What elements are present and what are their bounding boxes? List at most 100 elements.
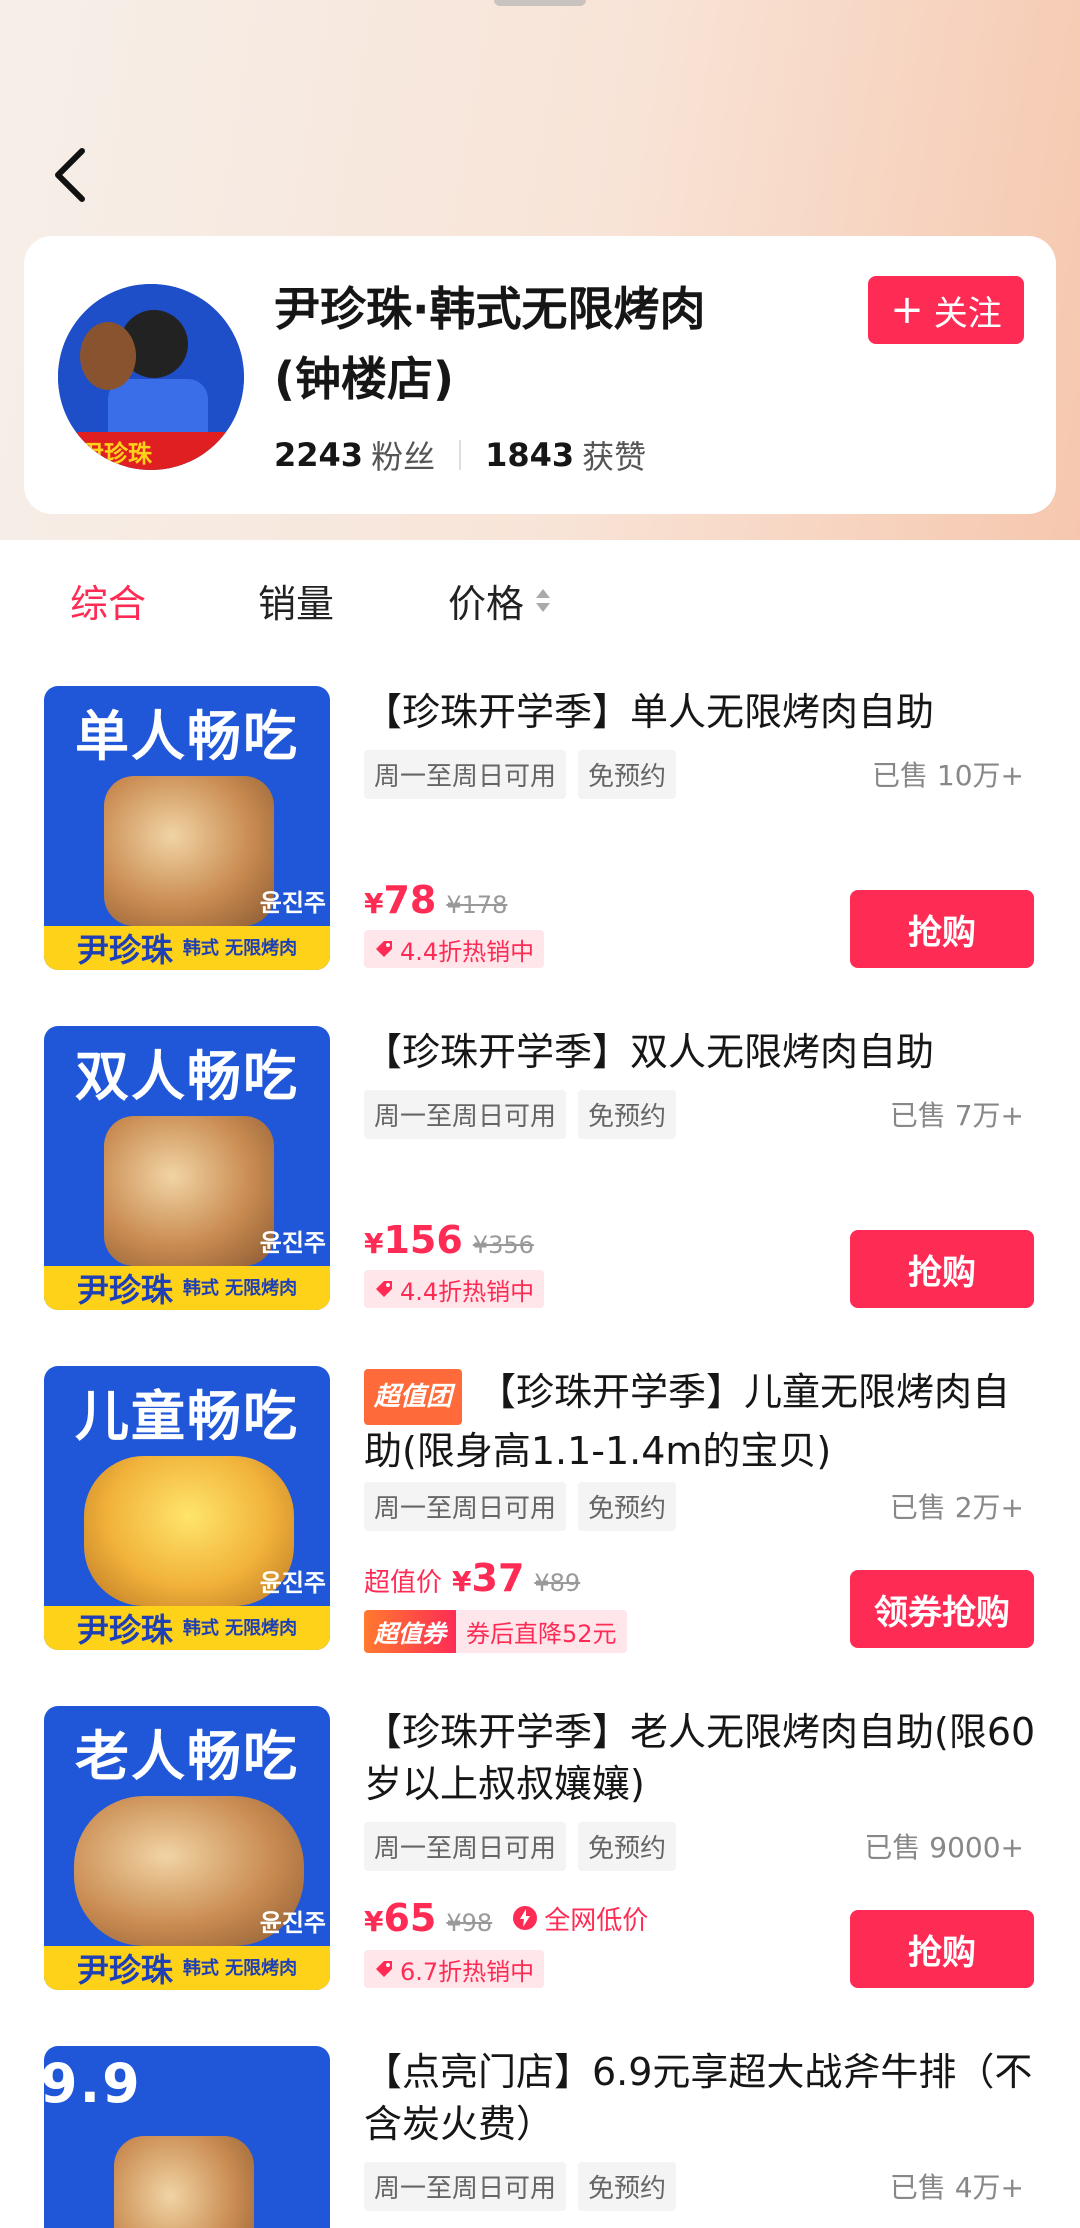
- coupon-label: 超值券: [364, 1610, 456, 1653]
- price: ¥65: [364, 1896, 436, 1940]
- likes-count: 1843: [485, 436, 575, 474]
- sold-count: 已售 4万+: [889, 2171, 1024, 2204]
- price-value: 78: [383, 878, 437, 922]
- thumb-korean-text: 윤진주: [259, 1909, 326, 1937]
- product-card[interactable]: 双人畅吃 윤진주 尹珍珠 韩式 无限烤肉 【珍珠开学季】双人无限烤肉自助 周一至…: [0, 1026, 1080, 1366]
- price-row: ¥156 ¥356: [364, 1218, 534, 1262]
- thumb-brand: 尹珍珠: [76, 1611, 173, 1649]
- original-price: ¥356: [472, 1231, 534, 1259]
- buy-button-label: 领券抢购: [874, 1592, 1010, 1633]
- product-title: 【珍珠开学季】老人无限烤肉自助(限60岁以上叔叔孃孃): [364, 1710, 1036, 1806]
- product-title: 【珍珠开学季】双人无限烤肉自助: [364, 1030, 935, 1074]
- sort-tab-sales[interactable]: 销量: [258, 573, 334, 628]
- tag: 周一至周日可用: [364, 1482, 567, 1531]
- thumb-title: 儿童畅吃: [75, 1385, 299, 1448]
- buy-button-label: 抢购: [908, 1252, 976, 1293]
- price-value: 65: [383, 1896, 437, 1940]
- shop-card: 尹珍珠 尹珍珠·韩式无限烤肉 (钟楼店) + 关注 2243 粉丝 1843 获…: [24, 236, 1056, 514]
- fans-label: 粉丝: [371, 438, 436, 476]
- product-title: 超值团 【珍珠开学季】儿童无限烤肉自助(限身高1.1-1.4m的宝贝): [364, 1366, 1044, 1477]
- original-price: ¥98: [446, 1909, 493, 1937]
- product-card[interactable]: 9.9 【点亮门店】6.9元享超大战斧牛排（不含炭火费） 周一至周日可用 免预约…: [0, 2046, 1080, 2228]
- sort-tab-comprehensive[interactable]: 综合: [70, 573, 146, 628]
- thumb-food-image: [114, 2136, 254, 2228]
- thumb-brand: 尹珍珠: [76, 1271, 173, 1309]
- tag: 周一至周日可用: [364, 1090, 567, 1139]
- thumb-korean-text: 윤진주: [259, 1229, 326, 1257]
- follow-button[interactable]: + 关注: [868, 276, 1024, 344]
- product-card[interactable]: 老人畅吃 윤진주 尹珍珠 韩式 无限烤肉 【珍珠开学季】老人无限烤肉自助(限60…: [0, 1706, 1080, 2046]
- product-card[interactable]: 单人畅吃 윤진주 尹珍珠 韩式 无限烤肉 【珍珠开学季】单人无限烤肉自助 周一至…: [0, 686, 1080, 1026]
- thumb-korean-text: 윤진주: [259, 889, 326, 917]
- thumb-korean-text: 윤진주: [259, 1569, 326, 1597]
- buy-button[interactable]: 抢购: [850, 1910, 1034, 1988]
- discount-text: 4.4折热销中: [400, 1277, 535, 1306]
- sort-tab-label: 价格: [448, 581, 525, 626]
- price-row: ¥65 ¥98 全网低价: [364, 1896, 648, 1940]
- thumb-food-image: [104, 776, 274, 926]
- chevron-left-icon: [55, 148, 85, 202]
- sheet-grabber[interactable]: [494, 0, 586, 6]
- tag: 免预约: [578, 750, 677, 799]
- follow-label: 关注: [933, 293, 1002, 334]
- currency-symbol: ¥: [364, 887, 384, 920]
- product-tags: 周一至周日可用 免预约: [364, 1090, 677, 1139]
- tag: 周一至周日可用: [364, 750, 567, 799]
- discount-badge: 4.4折热销中: [364, 1270, 545, 1308]
- product-thumbnail: 老人畅吃 윤진주 尹珍珠 韩式 无限烤肉: [44, 1706, 330, 1990]
- buy-button[interactable]: 抢购: [850, 1230, 1034, 1308]
- product-title: 【珍珠开学季】单人无限烤肉自助: [364, 690, 935, 734]
- lowest-price-text: 全网低价: [544, 1905, 649, 1936]
- likes-label: 获赞: [582, 438, 647, 476]
- product-card[interactable]: 儿童畅吃 윤진주 尹珍珠 韩式 无限烤肉 超值团 【珍珠开学季】儿童无限烤肉自助(…: [0, 1366, 1080, 1706]
- thumb-title: 老人畅吃: [75, 1725, 299, 1788]
- sort-tab-label: 综合: [70, 581, 147, 626]
- product-thumbnail: 单人畅吃 윤진주 尹珍珠 韩式 无限烤肉: [44, 686, 330, 970]
- coupon-text: 券后直降52元: [456, 1610, 627, 1653]
- original-price: ¥178: [446, 891, 508, 919]
- sort-arrows-icon: [536, 588, 551, 612]
- thumb-title: 9.9: [44, 2052, 142, 2115]
- tag: 周一至周日可用: [364, 1822, 567, 1871]
- price-value: 156: [383, 1218, 463, 1262]
- currency-symbol: ¥: [364, 1905, 384, 1938]
- product-thumbnail: 双人畅吃 윤진주 尹珍珠 韩式 无限烤肉: [44, 1026, 330, 1310]
- sold-count: 已售 7万+: [889, 1099, 1024, 1132]
- stats-divider: [459, 440, 462, 470]
- discount-text: 6.7折热销中: [400, 1957, 535, 1986]
- plus-icon: +: [890, 287, 924, 333]
- product-tags: 周一至周日可用 免预约: [364, 1822, 677, 1871]
- deal-price-label: 超值价: [364, 1568, 443, 1598]
- thumb-brand: 尹珍珠: [76, 931, 173, 969]
- super-deal-badge: 超值团: [364, 1369, 463, 1425]
- sold-count: 已售 9000+: [864, 1831, 1024, 1864]
- currency-symbol: ¥: [364, 1227, 384, 1260]
- thumb-brand-ribbon: 尹珍珠 韩式 无限烤肉: [44, 1266, 330, 1310]
- buy-button[interactable]: 抢购: [850, 890, 1034, 968]
- thumb-brand-ribbon: 尹珍珠 韩式 无限烤肉: [44, 1946, 330, 1990]
- shop-stats: 2243 粉丝 1843 获赞: [274, 432, 646, 478]
- tag: 免预约: [578, 2162, 677, 2211]
- lowest-price-badge: 全网低价: [512, 1900, 648, 1937]
- price: ¥156: [364, 1218, 463, 1262]
- avatar-brand-text: 尹珍珠: [80, 440, 152, 468]
- tag: 免预约: [578, 1822, 677, 1871]
- coupon-buy-button[interactable]: 领券抢购: [850, 1570, 1034, 1648]
- thumb-food-image: [104, 1116, 274, 1266]
- shop-avatar[interactable]: 尹珍珠: [58, 284, 244, 470]
- back-button[interactable]: [44, 140, 94, 210]
- thumb-title: 双人畅吃: [75, 1045, 299, 1108]
- shop-name-line2: (钟楼店): [274, 352, 455, 406]
- lightning-icon: [513, 1906, 538, 1930]
- tag: 周一至周日可用: [364, 2162, 567, 2211]
- thumb-brand-sub: 韩式 无限烤肉: [182, 1957, 298, 1979]
- buy-button-label: 抢购: [908, 1932, 976, 1973]
- product-thumbnail: 儿童畅吃 윤진주 尹珍珠 韩式 无限烤肉: [44, 1366, 330, 1650]
- shop-name-line1: 尹珍珠·韩式无限烤肉: [274, 282, 706, 336]
- product-tags: 周一至周日可用 免预约: [364, 2162, 677, 2211]
- thumb-brand-sub: 韩式 无限烤肉: [182, 937, 298, 959]
- thumb-brand-sub: 韩式 无限烤肉: [182, 1617, 298, 1639]
- currency-symbol: ¥: [452, 1565, 472, 1598]
- sort-tab-price[interactable]: 价格: [448, 573, 551, 628]
- thumb-brand-ribbon: 尹珍珠 韩式 无限烤肉: [44, 926, 330, 970]
